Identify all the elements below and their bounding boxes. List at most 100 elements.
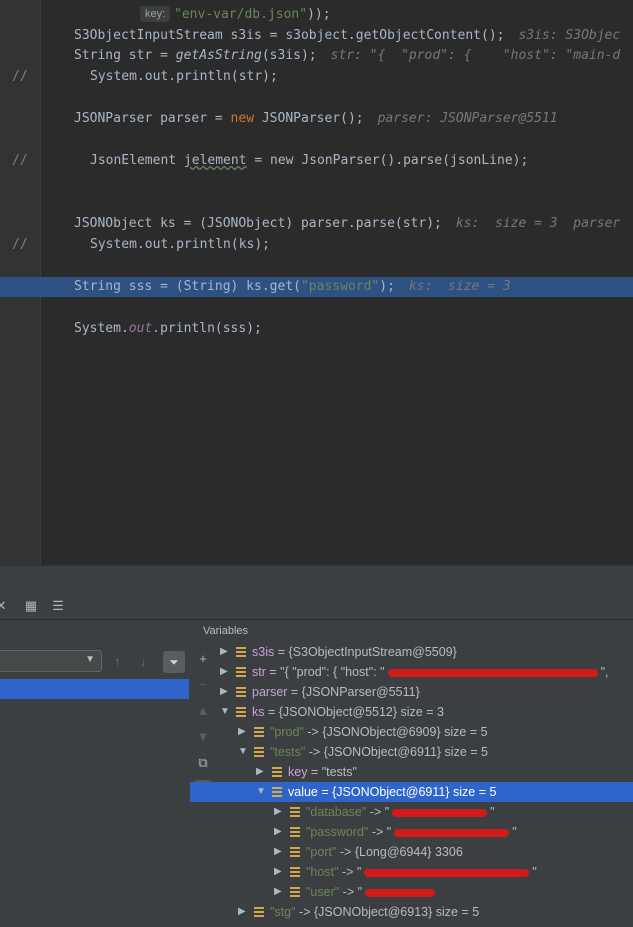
code-token: (s3is); [261, 48, 317, 63]
field-icon [254, 727, 264, 737]
variable-row[interactable]: ▶ s3is = {S3ObjectInputStream@5509} [190, 642, 633, 662]
field-icon [290, 887, 300, 897]
field-icon [236, 687, 246, 697]
code-line[interactable]: // System.out.println(str); [0, 67, 633, 87]
inline-debug-value: ks: size = 3 [408, 279, 511, 294]
field-icon [254, 747, 264, 757]
expand-arrow-icon[interactable]: ▶ [238, 902, 248, 922]
expand-arrow-icon[interactable]: ▶ [274, 802, 284, 822]
variable-row[interactable]: ▶ "prod" -> {JSONObject@6909} size = 5 [190, 722, 633, 742]
variable-text: "user" -> " [306, 882, 438, 902]
code-token: "password" [300, 279, 380, 294]
columns-icon[interactable]: ☰ [49, 597, 67, 615]
code-token: System.out.println(ks); [90, 237, 271, 252]
variable-row[interactable]: ▶ str = "{ "prod": { "host": " ", [190, 662, 633, 682]
selected-frame[interactable] [0, 679, 189, 699]
code-line[interactable]: JSONObject ks = (JSONObject) parser.pars… [0, 214, 633, 234]
collapse-arrow-icon[interactable]: ▼ [238, 742, 248, 762]
map-key: "user" [306, 885, 340, 899]
variable-row[interactable]: ▼ ks = {JSONObject@5512} size = 3 [190, 702, 633, 722]
table-icon[interactable]: ▦ [22, 597, 40, 615]
variables-pane: Variables + − ▲ ▼ ⧉ ∞ ▶s3is = {S3ObjectI… [190, 620, 633, 927]
collapse-arrow-icon[interactable]: ▼ [220, 702, 230, 722]
code-token: JSONParser(); [261, 111, 364, 126]
field-icon [290, 827, 300, 837]
thread-selector[interactable]: ▼ [0, 650, 102, 672]
code-token: JsonElement [90, 153, 184, 168]
expand-arrow-icon[interactable]: ▶ [274, 862, 284, 882]
code-line-current[interactable]: String sss = (String) ks.get("password")… [0, 277, 633, 297]
code-line[interactable]: String str = getAsString(s3is); str: "{ "… [0, 46, 633, 66]
code-line[interactable]: // System.out.println(ks); [0, 235, 633, 255]
expand-arrow-icon[interactable]: ▶ [238, 722, 248, 742]
variable-row[interactable]: ▶ "stg" -> {JSONObject@6913} size = 5 [190, 902, 633, 922]
code-token: System. [74, 321, 129, 336]
variable-value: = {JSONParser@5511} [287, 685, 420, 699]
variable-row[interactable]: ▼ "tests" -> {JSONObject@6911} size = 5 [190, 742, 633, 762]
field-icon [290, 847, 300, 857]
code-text: JSONObject ks = (JSONObject) parser.pars… [74, 214, 620, 234]
code-text: JsonElement jelement = new JsonParser().… [90, 151, 528, 171]
frames-pane: ▼ ↑ ↓ ⏷ [0, 620, 191, 927]
code-token: JSONObject ks = (JSONObject) parser.pars… [74, 216, 442, 231]
field-icon [272, 787, 282, 797]
variable-row[interactable]: ▶ "host" -> " " [190, 862, 633, 882]
variable-value: = {JSONObject@5512} size = 3 [264, 705, 444, 719]
panel-splitter[interactable] [0, 565, 633, 594]
expand-arrow-icon[interactable]: ▶ [220, 682, 230, 702]
code-token: JSONParser parser = [74, 111, 231, 126]
code-token: ); [379, 279, 395, 294]
expand-arrow-icon[interactable]: ▶ [274, 842, 284, 862]
comment-marker: // [12, 153, 28, 168]
variable-row[interactable]: ▶ parser = {JSONParser@5511} [190, 682, 633, 702]
code-line[interactable]: System.out.println(sss); [0, 319, 633, 339]
collapse-arrow-icon[interactable]: ▼ [256, 782, 266, 802]
map-key: "password" [306, 825, 369, 839]
variable-value: -> {JSONObject@6911} size = 5 [305, 745, 488, 759]
expand-arrow-icon[interactable]: ▶ [220, 642, 230, 662]
code-text: S3ObjectInputStream s3is = s3object.getO… [74, 26, 620, 46]
variable-value: -> " [339, 885, 363, 899]
variable-value: -> {Long@6944} 3306 [336, 845, 463, 859]
variable-text: ks = {JSONObject@5512} size = 3 [252, 702, 444, 722]
expand-arrow-icon[interactable]: ▶ [274, 822, 284, 842]
inline-debug-value: ks: size = 3 parser [455, 216, 621, 231]
comment-marker: // [12, 69, 28, 84]
variable-text: s3is = {S3ObjectInputStream@5509} [252, 642, 457, 662]
expand-arrow-icon[interactable]: ▶ [220, 662, 230, 682]
redaction-mark [394, 828, 510, 837]
variable-text: parser = {JSONParser@5511} [252, 682, 420, 702]
variable-row[interactable]: ▼ value = {JSONObject@6911} size = 5 [190, 782, 633, 802]
chevron-down-icon: ▼ [85, 654, 95, 665]
map-key: "host" [306, 865, 339, 879]
code-editor[interactable]: key: "env-var/db.json")); S3ObjectInputSt… [0, 0, 633, 565]
variable-row[interactable]: ▶ "password" -> " " [190, 822, 633, 842]
inline-debug-value: s3is: S3Objec [518, 28, 621, 43]
arrow-down-icon[interactable]: ↓ [140, 654, 147, 669]
field-icon [272, 767, 282, 777]
expand-arrow-icon[interactable]: ▶ [274, 882, 284, 902]
variable-row[interactable]: ▶ "user" -> " [190, 882, 633, 902]
variable-text: "port" -> {Long@6944} 3306 [306, 842, 463, 862]
variable-text: "database" -> " " [306, 802, 495, 822]
close-icon[interactable]: ✕ [0, 597, 10, 615]
code-line[interactable]: S3ObjectInputStream s3is = s3object.getO… [0, 26, 633, 46]
variable-row[interactable]: ▶ "port" -> {Long@6944} 3306 [190, 842, 633, 862]
expand-arrow-icon[interactable]: ▶ [256, 762, 266, 782]
code-token: getAsString [175, 48, 262, 63]
code-text: String sss = (String) ks.get("password")… [74, 277, 511, 297]
variable-value: = "{ "prod": { "host": " [265, 665, 385, 679]
arrow-up-icon[interactable]: ↑ [114, 654, 121, 669]
variable-value: = "tests" [307, 765, 357, 779]
filter-icon[interactable]: ⏷ [163, 651, 185, 673]
variable-row[interactable]: ▶ key = "tests" [190, 762, 633, 782]
variable-row[interactable]: ▶ "database" -> " " [190, 802, 633, 822]
code-text: JSONParser parser = new JSONParser(); par… [74, 109, 558, 129]
field-icon [290, 867, 300, 877]
code-line[interactable]: JSONParser parser = new JSONParser(); par… [0, 109, 633, 129]
code-line[interactable]: "env-var/db.json")); [0, 5, 633, 25]
field-icon [236, 667, 246, 677]
code-token: String sss = (String) ks.get( [74, 279, 301, 294]
code-line[interactable]: // JsonElement jelement = new JsonParser(… [0, 151, 633, 171]
debug-toolbar: ✕ ▦ ☰ [0, 593, 633, 620]
